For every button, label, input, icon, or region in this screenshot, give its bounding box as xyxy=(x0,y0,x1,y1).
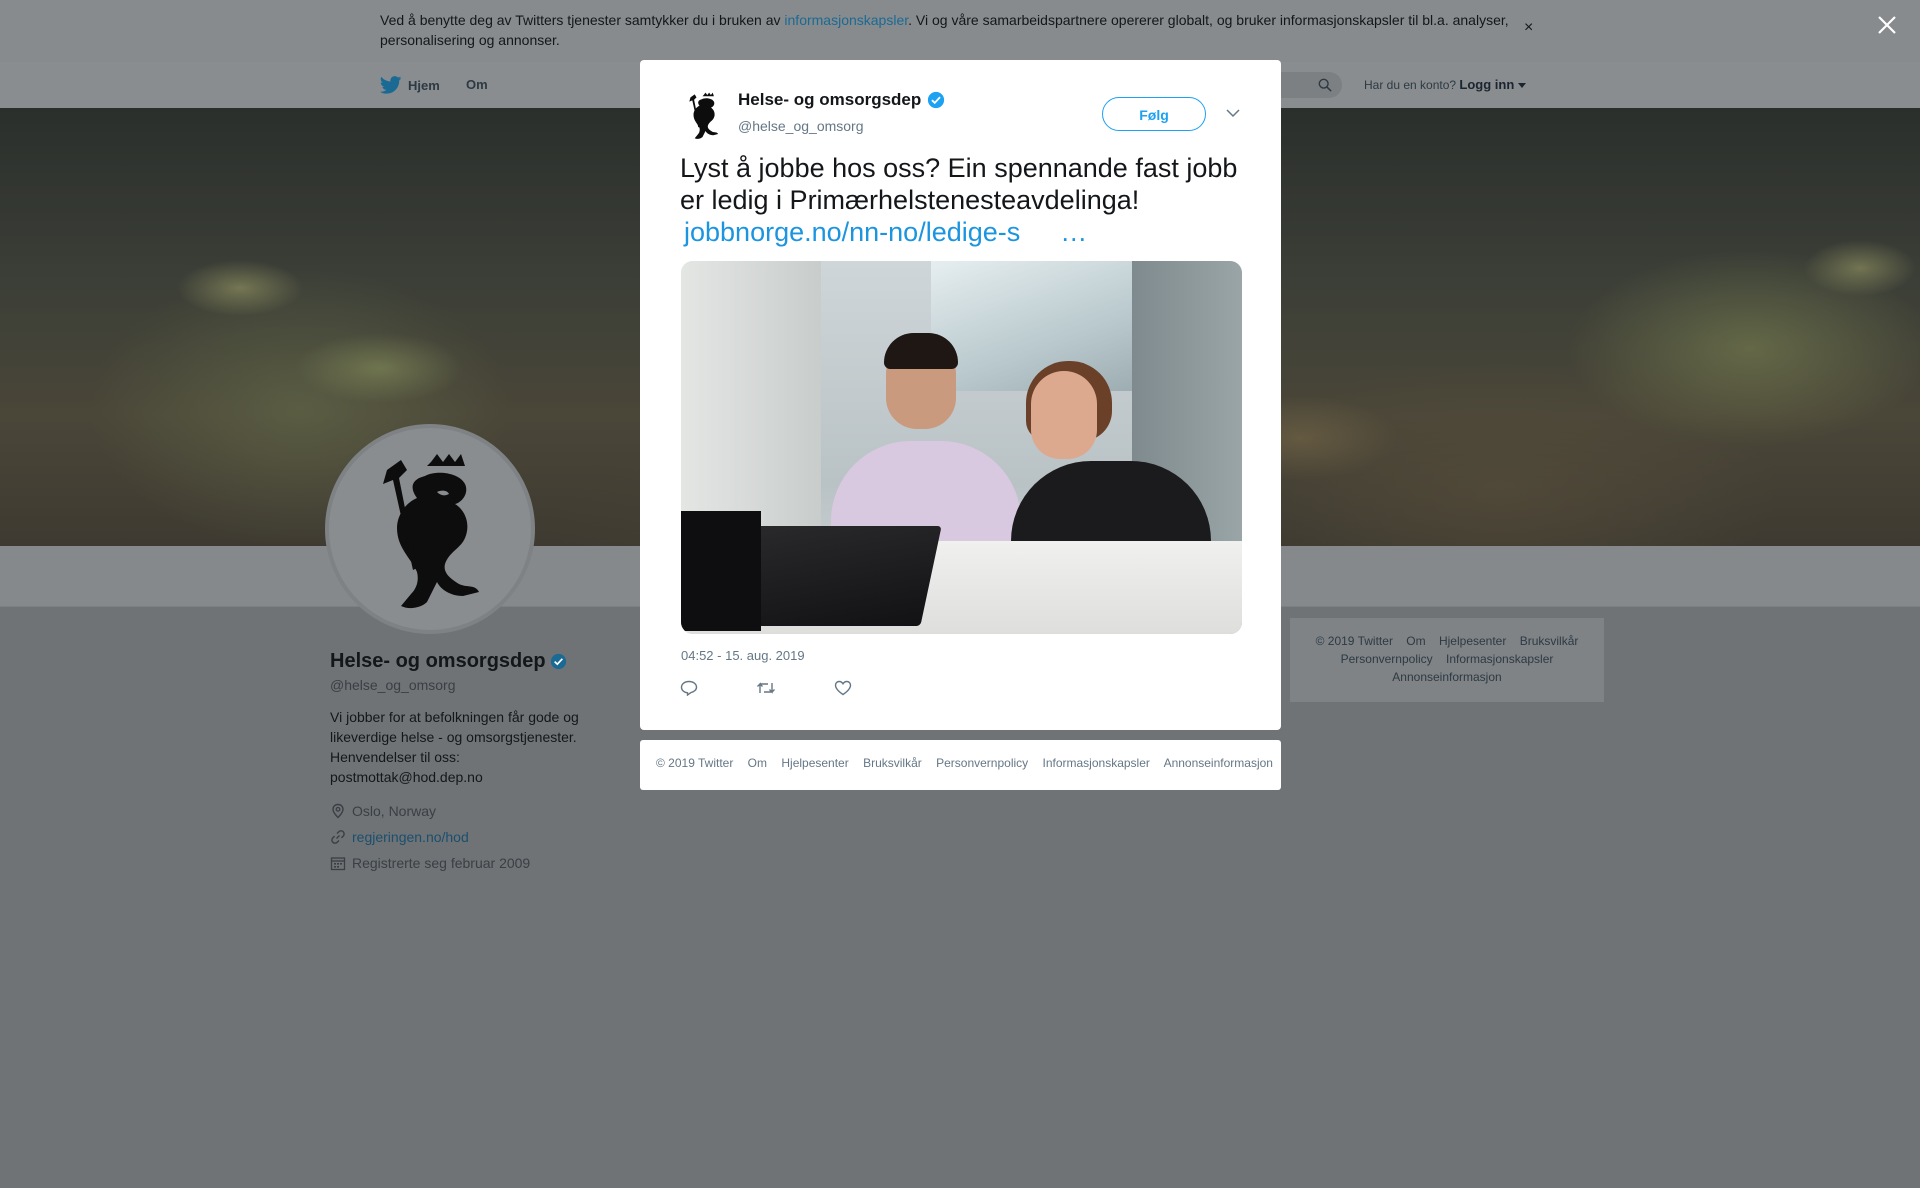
retweet-button[interactable] xyxy=(756,680,776,701)
tweet-author-avatar[interactable] xyxy=(680,92,728,140)
profile-handle: @helse_og_omsorg xyxy=(330,677,456,693)
tweet-modal: Helse- og omsorgsdep @helse_og_omsorg Fø… xyxy=(640,60,1281,730)
nav-about-link[interactable]: Om xyxy=(466,77,488,92)
calendar-icon xyxy=(330,857,346,871)
verified-icon xyxy=(928,91,945,109)
cookie-text-before: Ved å benytte deg av Twitters tjenester … xyxy=(380,12,785,28)
cookie-text: Ved å benytte deg av Twitters tjenester … xyxy=(380,10,1530,50)
profile-joined-text: Registrerte seg februar 2009 xyxy=(352,855,531,871)
footer-copyright: © 2019 Twitter xyxy=(656,756,734,770)
tweet-text: Lyst å jobbe hos oss? Ein spennande fast… xyxy=(680,152,1240,248)
modal-footer: © 2019 Twitter Om Hjelpesenter Bruksvilk… xyxy=(640,740,1281,790)
login-button[interactable]: Logg inn xyxy=(1459,77,1514,92)
profile-website-link[interactable]: regjeringen.no/hod xyxy=(352,829,469,845)
footer-terms[interactable]: Bruksvilkår xyxy=(863,756,922,770)
like-button[interactable] xyxy=(834,680,852,701)
profile-name[interactable]: Helse- og omsorgsdep xyxy=(330,650,546,673)
tweet-photo[interactable] xyxy=(681,261,1242,634)
profile-website: regjeringen.no/hod xyxy=(330,829,590,845)
retweet-icon xyxy=(757,682,775,694)
coat-of-arms-lion-icon xyxy=(383,454,479,609)
follow-button[interactable]: Følg xyxy=(1102,97,1206,131)
side-footer-about[interactable]: Om xyxy=(1406,634,1425,648)
profile-joined: Registrerte seg februar 2009 xyxy=(330,855,590,871)
profile-name-row: Helse- og omsorgsdep xyxy=(330,650,590,673)
side-footer-ads-info[interactable]: Annonseinformasjon xyxy=(1392,670,1501,684)
cookie-close-button[interactable]: × xyxy=(1524,19,1533,37)
has-account-label: Har du en konto? xyxy=(1364,78,1457,92)
location-icon xyxy=(332,803,344,819)
tweet-link[interactable]: jobbnorge.no/nn-no/ledige-s xyxy=(684,217,1020,247)
reply-icon xyxy=(680,680,698,697)
profile-location: Oslo, Norway xyxy=(330,803,590,819)
side-footer-privacy[interactable]: Personvernpolicy xyxy=(1341,652,1433,666)
footer-ads-info[interactable]: Annonseinformasjon xyxy=(1164,756,1273,770)
profile-avatar[interactable] xyxy=(325,424,535,634)
twitter-bird-icon xyxy=(380,76,402,94)
photo-laptop-screen xyxy=(681,511,761,631)
verified-icon xyxy=(550,653,566,670)
tweet-author-name[interactable]: Helse- og omsorgsdep xyxy=(738,90,921,110)
side-footer-copyright: © 2019 Twitter xyxy=(1315,634,1393,648)
tweet-author-handle[interactable]: @helse_og_omsorg xyxy=(738,118,864,134)
link-icon xyxy=(331,830,345,844)
cookie-policy-link[interactable]: informasjonskapsler xyxy=(784,12,908,28)
side-footer: © 2019 Twitter Om Hjelpesenter Bruksvilk… xyxy=(1290,618,1604,702)
nav-home-label: Hjem xyxy=(408,77,440,93)
nav-home-link[interactable]: Hjem xyxy=(380,76,440,94)
footer-privacy[interactable]: Personvernpolicy xyxy=(936,756,1028,770)
close-icon[interactable] xyxy=(1875,13,1899,37)
photo-woman-head xyxy=(1031,371,1097,459)
tweet-link-ellipsis: … xyxy=(1060,217,1088,247)
reply-button[interactable] xyxy=(680,680,698,701)
side-footer-cookies[interactable]: Informasjonskapsler xyxy=(1446,652,1553,666)
caret-down-icon[interactable] xyxy=(1517,83,1526,89)
side-footer-help[interactable]: Hjelpesenter xyxy=(1439,634,1506,648)
footer-help[interactable]: Hjelpesenter xyxy=(781,756,848,770)
footer-about[interactable]: Om xyxy=(748,756,767,770)
cookie-banner: Ved å benytte deg av Twitters tjenester … xyxy=(0,0,1920,63)
tweet-timestamp[interactable]: 04:52 - 15. aug. 2019 xyxy=(681,648,805,663)
profile-bio: Vi jobber for at befolkningen får gode o… xyxy=(330,709,579,785)
account-area: Har du en konto? Logg inn xyxy=(1364,77,1526,92)
footer-cookies[interactable]: Informasjonskapsler xyxy=(1043,756,1150,770)
search-icon xyxy=(1318,78,1332,92)
profile-card: Helse- og omsorgsdep @helse_og_omsorg Vi… xyxy=(330,650,590,871)
like-icon xyxy=(834,680,852,696)
side-footer-terms[interactable]: Bruksvilkår xyxy=(1520,634,1579,648)
tweet-actions xyxy=(680,680,852,701)
tweet-author-row: Helse- og omsorgsdep xyxy=(738,90,945,110)
profile-location-text: Oslo, Norway xyxy=(352,803,437,819)
chevron-down-icon[interactable] xyxy=(1226,108,1240,118)
tweet-body: Lyst å jobbe hos oss? Ein spennande fast… xyxy=(680,153,1238,215)
